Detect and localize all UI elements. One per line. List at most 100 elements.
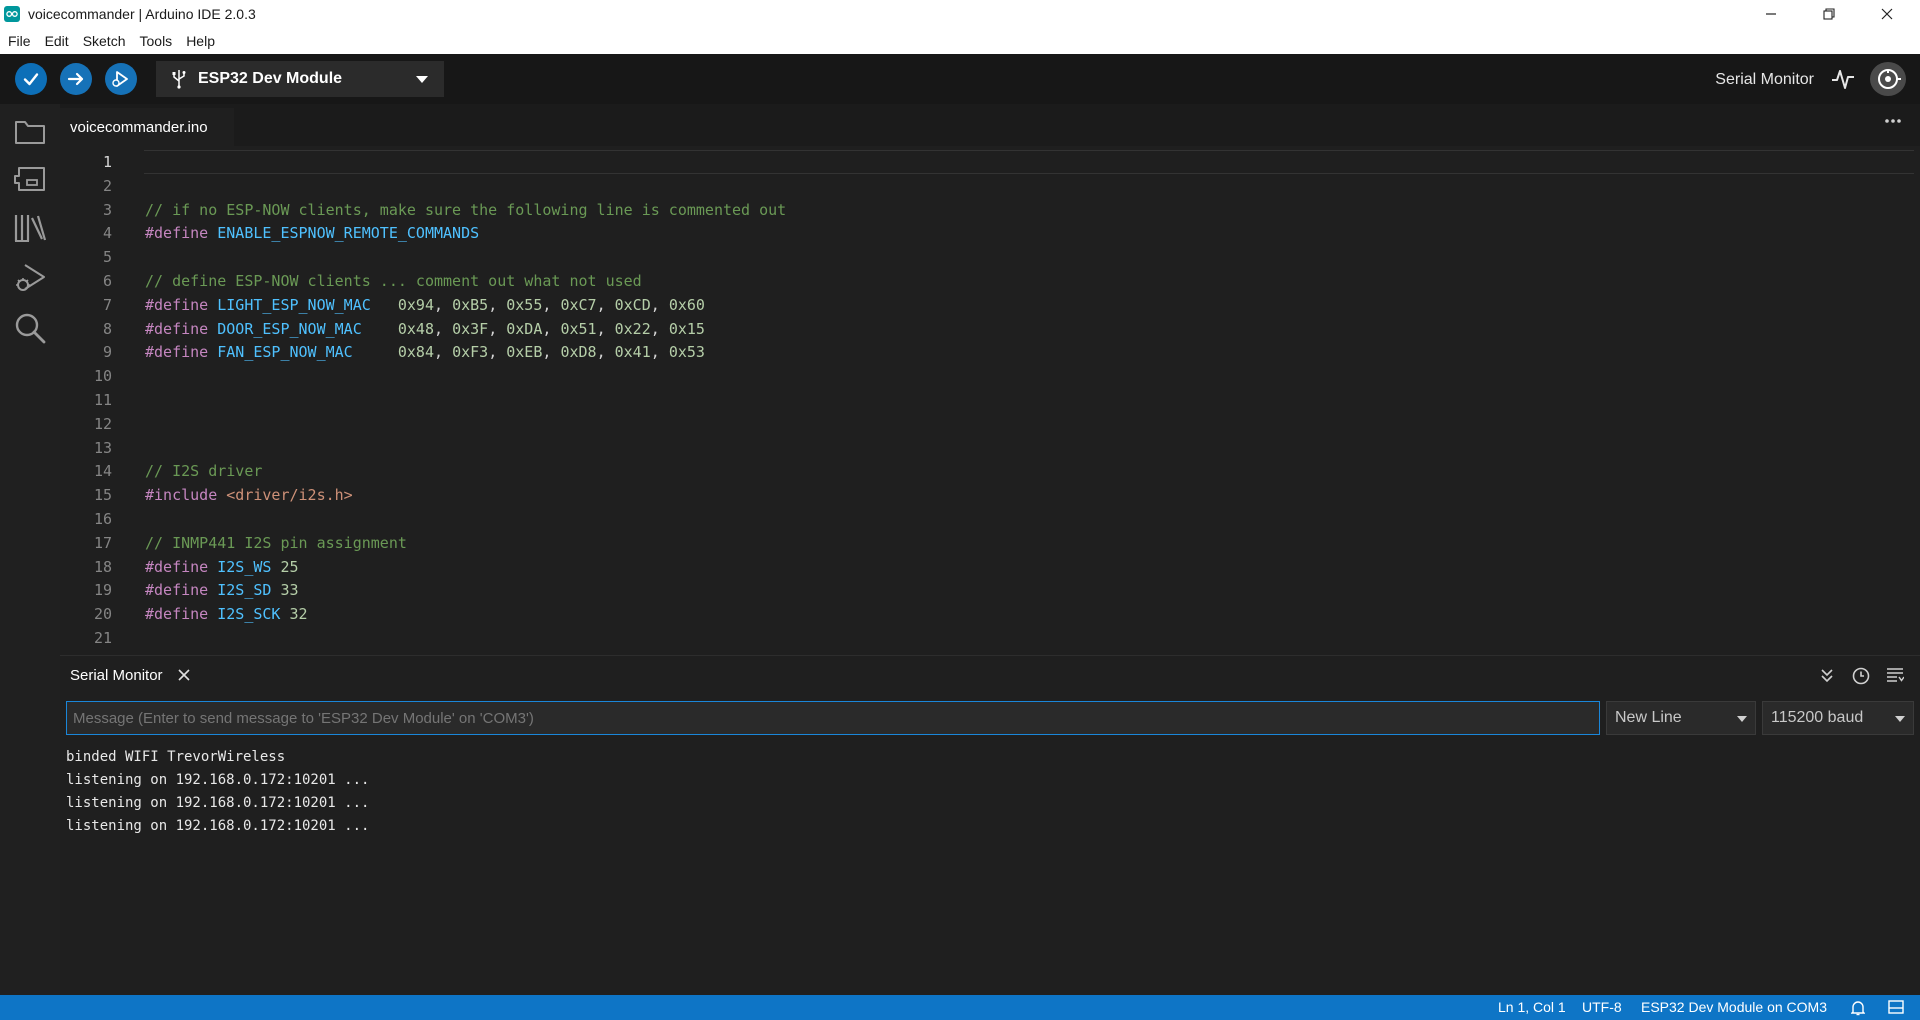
line-number: 4 xyxy=(102,224,112,243)
line-number: 19 xyxy=(93,581,112,600)
message-input[interactable] xyxy=(66,701,1600,735)
line-number: 20 xyxy=(93,605,112,624)
close-icon[interactable] xyxy=(178,669,190,681)
menu-tools[interactable]: Tools xyxy=(133,33,180,49)
line-number: 1 xyxy=(102,153,112,171)
menu-sketch[interactable]: Sketch xyxy=(76,33,133,49)
more-icon[interactable] xyxy=(1884,118,1902,124)
restore-icon xyxy=(1823,8,1835,20)
chevron-down-icon xyxy=(1895,716,1905,722)
board-selector[interactable]: ESP32 Dev Module xyxy=(156,61,444,97)
line-number: 7 xyxy=(102,295,112,314)
status-bar: Ln 1, Col 1 UTF-8 ESP32 Dev Module on CO… xyxy=(0,995,1920,1020)
debug-icon xyxy=(112,71,128,87)
close-window-button[interactable] xyxy=(1858,0,1916,28)
serial-output-line: listening on 192.168.0.172:10201 ... xyxy=(66,818,370,834)
code-editor[interactable]: 1 2 3// if no ESP-NOW clients, make sure t… xyxy=(60,146,1920,655)
autoscroll-icon[interactable] xyxy=(1886,667,1904,683)
panel-title[interactable]: Serial Monitor xyxy=(70,667,163,684)
debug-sidebar-button[interactable] xyxy=(12,260,48,296)
menu-file[interactable]: File xyxy=(0,33,38,49)
bell-icon[interactable] xyxy=(1851,1000,1865,1016)
board-port-status[interactable]: ESP32 Dev Module on COM3 xyxy=(1641,999,1827,1015)
current-line-highlight xyxy=(144,150,1914,174)
file-encoding[interactable]: UTF-8 xyxy=(1582,999,1622,1015)
serial-output-line: listening on 192.168.0.172:10201 ... xyxy=(66,772,370,788)
line-number: 10 xyxy=(93,367,112,386)
upload-icon xyxy=(67,72,84,86)
menu-help[interactable]: Help xyxy=(179,33,222,49)
boards-manager-button[interactable] xyxy=(12,162,48,198)
line-ending-value: New Line xyxy=(1615,709,1682,726)
minimize-icon xyxy=(1766,13,1776,15)
code-line[interactable]: // I2S driver xyxy=(145,459,262,483)
line-number: 8 xyxy=(102,319,112,338)
serial-monitor-label: Serial Monitor xyxy=(1715,71,1814,88)
line-number: 17 xyxy=(93,533,112,552)
debug-sidebar-icon xyxy=(16,264,45,291)
line-number: 13 xyxy=(93,438,112,457)
library-manager-button[interactable] xyxy=(12,210,48,246)
collapse-icon[interactable] xyxy=(1819,667,1835,683)
line-number: 2 xyxy=(102,176,112,195)
serial-output-line: binded WIFI TrevorWireless xyxy=(66,749,286,765)
restore-button[interactable] xyxy=(1800,0,1858,28)
verify-icon xyxy=(23,73,39,86)
panel-header: Serial Monitor xyxy=(60,656,1920,696)
line-number: 11 xyxy=(93,391,112,409)
folder-icon xyxy=(15,121,45,144)
minimize-button[interactable] xyxy=(1742,0,1800,28)
serial-output: binded WIFI TrevorWireless listening on … xyxy=(66,746,369,838)
arduino-logo-icon xyxy=(4,6,20,22)
code-line[interactable]: // INMP441 I2S pin assignment xyxy=(145,531,407,555)
code-line[interactable]: #define I2S_WS 25 xyxy=(145,555,299,579)
tab-voicecommander[interactable]: voicecommander.ino xyxy=(60,108,234,146)
line-ending-select[interactable]: New Line xyxy=(1606,701,1756,735)
usb-icon xyxy=(172,70,186,89)
code-line[interactable]: #define DOOR_ESP_NOW_MAC 0x48, 0x3F, 0xD… xyxy=(145,317,705,341)
window-title: voicecommander | Arduino IDE 2.0.3 xyxy=(28,6,256,22)
serial-plotter-icon[interactable] xyxy=(1830,66,1856,92)
boards-manager-icon xyxy=(14,167,45,191)
line-number: 5 xyxy=(102,248,112,267)
tab-label: voicecommander.ino xyxy=(70,119,208,136)
chevron-down-icon xyxy=(1737,716,1747,722)
upload-button[interactable] xyxy=(60,63,92,95)
code-line[interactable]: #define LIGHT_ESP_NOW_MAC 0x94, 0xB5, 0x… xyxy=(145,293,705,317)
serial-output-line: listening on 192.168.0.172:10201 ... xyxy=(66,795,370,811)
sketchbook-button[interactable] xyxy=(12,114,48,150)
code-line[interactable]: #define ENABLE_ESPNOW_REMOTE_COMMANDS xyxy=(145,221,479,245)
line-number: 15 xyxy=(93,486,112,505)
serial-monitor-button[interactable] xyxy=(1870,62,1906,96)
menu-bar: File Edit Sketch Tools Help xyxy=(0,28,1920,54)
line-number: 3 xyxy=(102,200,112,219)
activity-bar xyxy=(0,104,60,995)
debug-button[interactable] xyxy=(105,63,137,95)
editor-tab-bar: voicecommander.ino xyxy=(60,104,1920,146)
line-number: 9 xyxy=(102,343,112,362)
verify-button[interactable] xyxy=(15,63,47,95)
search-icon xyxy=(15,313,46,344)
serial-monitor-icon xyxy=(1878,69,1901,89)
search-button[interactable] xyxy=(12,310,48,346)
timestamp-icon[interactable] xyxy=(1852,667,1870,685)
layout-icon[interactable] xyxy=(1888,1000,1904,1014)
line-number: 16 xyxy=(93,510,112,528)
cursor-position[interactable]: Ln 1, Col 1 xyxy=(1498,999,1566,1015)
code-line[interactable]: #define FAN_ESP_NOW_MAC 0x84, 0xF3, 0xEB… xyxy=(145,340,705,364)
line-number: 14 xyxy=(93,462,112,481)
board-name: ESP32 Dev Module xyxy=(198,70,343,87)
library-manager-icon xyxy=(14,215,47,242)
baud-rate-select[interactable]: 115200 baud xyxy=(1762,701,1914,735)
code-line[interactable]: #define I2S_SD 33 xyxy=(145,578,299,602)
line-number: 18 xyxy=(93,557,112,576)
code-line[interactable]: #include <driver/i2s.h> xyxy=(145,483,353,507)
menu-edit[interactable]: Edit xyxy=(38,33,76,49)
line-number: 21 xyxy=(93,629,112,647)
code-line[interactable]: #define I2S_SCK 32 xyxy=(145,602,308,626)
line-number: 6 xyxy=(102,272,112,290)
code-line[interactable]: // if no ESP-NOW clients, make sure the … xyxy=(145,198,786,222)
code-line[interactable]: // define ESP-NOW clients ... comment ou… xyxy=(145,269,642,293)
baud-rate-value: 115200 baud xyxy=(1771,709,1864,726)
line-number: 12 xyxy=(93,414,112,433)
